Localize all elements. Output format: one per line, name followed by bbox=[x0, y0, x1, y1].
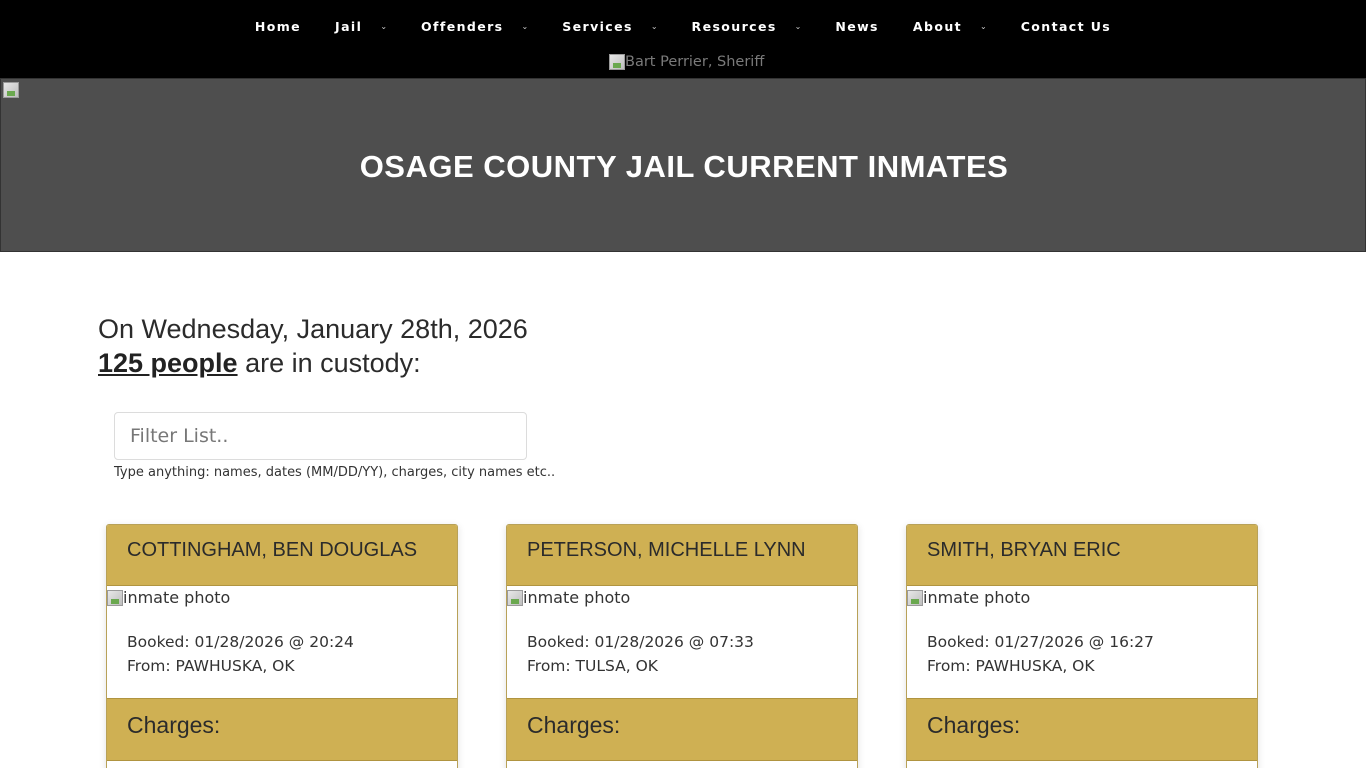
inmate-from: From: PAWHUSKA, OK bbox=[927, 657, 1095, 675]
inmate-card[interactable]: SMITH, BRYAN ERIC inmate photo Booked: 0… bbox=[906, 524, 1258, 768]
chevron-down-icon: ⌄ bbox=[380, 21, 388, 31]
inmate-booked: Booked: 01/28/2026 @ 07:33 bbox=[527, 633, 754, 651]
nav-item-label: About bbox=[912, 18, 962, 34]
inmate-name: SMITH, BRYAN ERIC bbox=[927, 539, 1121, 561]
filter-input[interactable] bbox=[114, 412, 527, 460]
custody-summary: On Wednesday, January 28th, 2026 125 peo… bbox=[98, 312, 528, 380]
nav-item-about[interactable]: About ⌄ bbox=[896, 19, 1004, 34]
custody-text: are in custody: bbox=[237, 348, 421, 378]
inmate-name: PETERSON, MICHELLE LYNN bbox=[527, 539, 806, 561]
nav-item-offenders[interactable]: Offenders ⌄ bbox=[404, 19, 545, 34]
inmate-card[interactable]: COTTINGHAM, BEN DOUGLAS inmate photo Boo… bbox=[106, 524, 458, 768]
logo-alt-text: Bart Perrier, Sheriff bbox=[625, 54, 765, 70]
broken-image-icon bbox=[609, 54, 625, 70]
nav-item-label: Jail bbox=[335, 18, 363, 34]
inmate-charges-header: Charges: bbox=[107, 698, 457, 761]
chevron-down-icon: ⌄ bbox=[980, 21, 987, 31]
chevron-down-icon: ⌄ bbox=[650, 21, 658, 31]
inmate-photo-alt: inmate photo bbox=[923, 588, 1031, 607]
hero-banner: OSAGE COUNTY JAIL CURRENT INMATES bbox=[0, 78, 1366, 252]
page-title: OSAGE COUNTY JAIL CURRENT INMATES bbox=[359, 149, 1009, 184]
broken-image-icon bbox=[507, 589, 523, 606]
nav-item-label: Offenders bbox=[421, 18, 504, 34]
inmate-photo: inmate photo bbox=[107, 588, 230, 607]
broken-image-icon bbox=[907, 589, 923, 606]
inmate-photo-alt: inmate photo bbox=[123, 588, 231, 607]
nav-item-services[interactable]: Services ⌄ bbox=[545, 19, 674, 34]
sheriff-logo[interactable]: Bart Perrier, Sheriff bbox=[609, 54, 764, 76]
inmate-from: From: PAWHUSKA, OK bbox=[127, 657, 295, 675]
broken-image-icon bbox=[3, 82, 19, 98]
inmate-name: COTTINGHAM, BEN DOUGLAS bbox=[127, 539, 418, 561]
nav-item-label: Resources bbox=[691, 18, 777, 34]
main-nav: Home Jail ⌄ Offenders ⌄ Services ⌄ Resou… bbox=[0, 0, 1366, 52]
nav-item-label: News bbox=[835, 18, 879, 34]
custody-count-line: 125 people are in custody: bbox=[98, 346, 528, 380]
nav-item-label: Services bbox=[562, 18, 633, 34]
broken-image-icon bbox=[107, 589, 123, 606]
nav-item-home[interactable]: Home bbox=[238, 19, 318, 34]
nav-item-jail[interactable]: Jail ⌄ bbox=[318, 19, 404, 34]
nav-item-news[interactable]: News bbox=[818, 19, 896, 34]
nav-item-label: Home bbox=[254, 18, 302, 34]
custody-count-link[interactable]: 125 people bbox=[98, 348, 238, 378]
inmate-photo: inmate photo bbox=[507, 588, 630, 607]
inmate-card-header: SMITH, BRYAN ERIC bbox=[907, 525, 1257, 586]
inmate-photo-alt: inmate photo bbox=[523, 588, 631, 607]
nav-item-label: Contact Us bbox=[1020, 18, 1112, 34]
inmate-from: From: TULSA, OK bbox=[527, 657, 658, 675]
custody-date: On Wednesday, January 28th, 2026 bbox=[98, 314, 528, 344]
nav-item-contact-us[interactable]: Contact Us bbox=[1004, 19, 1128, 34]
inmate-card-header: PETERSON, MICHELLE LYNN bbox=[507, 525, 857, 586]
nav-item-resources[interactable]: Resources ⌄ bbox=[675, 19, 819, 34]
inmate-card-header: COTTINGHAM, BEN DOUGLAS bbox=[107, 525, 457, 586]
charges-label: Charges: bbox=[127, 712, 221, 738]
chevron-down-icon: ⌄ bbox=[521, 21, 529, 31]
inmate-card[interactable]: PETERSON, MICHELLE LYNN inmate photo Boo… bbox=[506, 524, 858, 768]
inmate-booked: Booked: 01/28/2026 @ 20:24 bbox=[127, 633, 354, 651]
filter-hint: Type anything: names, dates (MM/DD/YY), … bbox=[114, 465, 556, 480]
chevron-down-icon: ⌄ bbox=[794, 21, 802, 31]
charges-label: Charges: bbox=[527, 712, 621, 738]
inmate-photo: inmate photo bbox=[907, 588, 1030, 607]
inmate-charges-header: Charges: bbox=[907, 698, 1257, 761]
inmate-charges-header: Charges: bbox=[507, 698, 857, 761]
top-navigation-bar: Home Jail ⌄ Offenders ⌄ Services ⌄ Resou… bbox=[0, 0, 1366, 78]
inmate-booked: Booked: 01/27/2026 @ 16:27 bbox=[927, 633, 1154, 651]
charges-label: Charges: bbox=[927, 712, 1021, 738]
